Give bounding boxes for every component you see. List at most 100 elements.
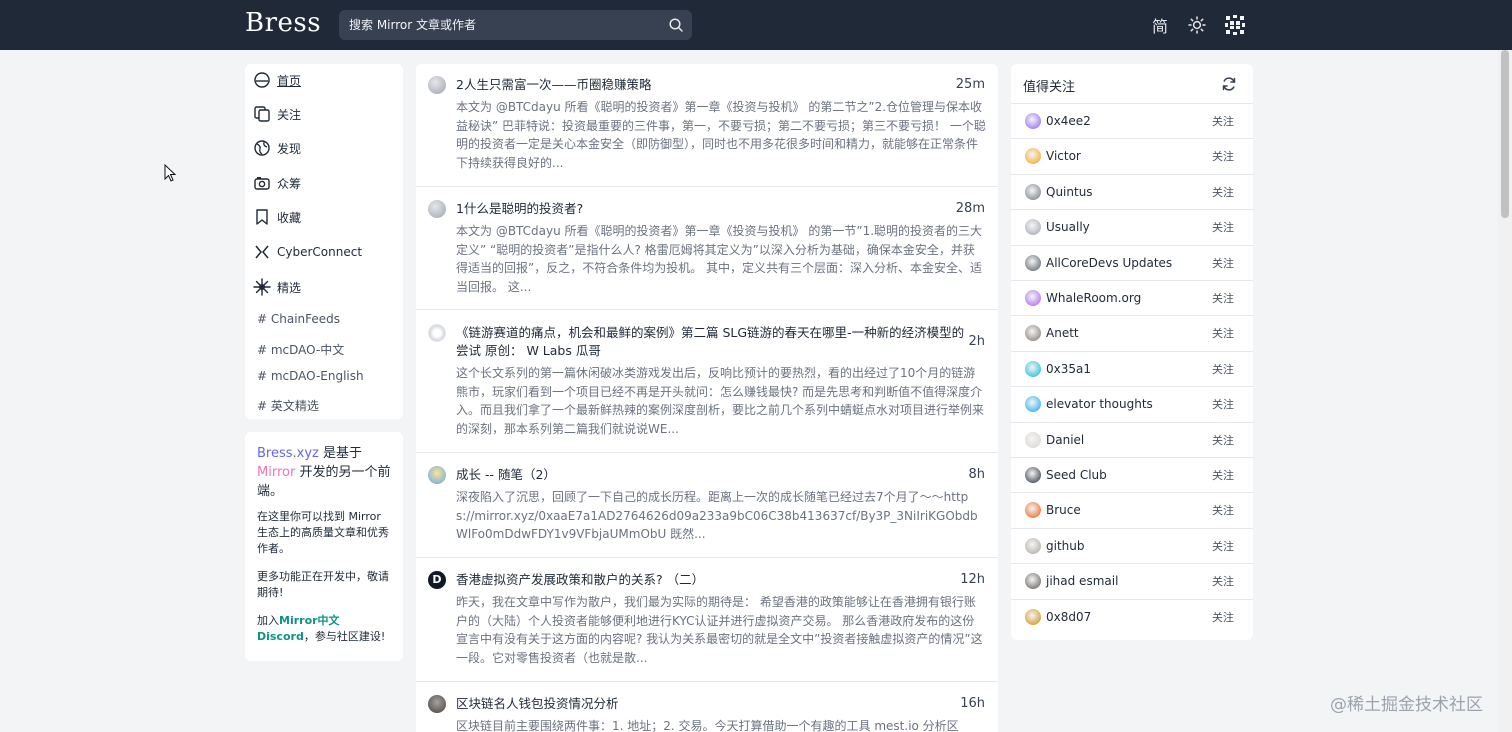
author-name[interactable]: 0x8d07 xyxy=(1046,610,1212,624)
article-item[interactable]: D 香港虚拟资产发展政策和散户的关系? （二） 12h 昨天，我在文章中写作为散… xyxy=(416,558,998,682)
sidebar-item-label: 精选 xyxy=(277,280,302,295)
article-item[interactable]: 成长 -- 随笔（2） 8h 深夜陷入了沉思，回顾了一下自己的成长历程。距离上一… xyxy=(416,453,998,558)
author-name[interactable]: WhaleRoom.org xyxy=(1046,291,1212,305)
page-scrollbar[interactable] xyxy=(1498,50,1512,732)
author-avatar xyxy=(1025,467,1041,483)
mouse-cursor-icon xyxy=(164,164,176,182)
follow-button[interactable]: 关注 xyxy=(1212,113,1234,129)
author-row[interactable]: Usually 关注 xyxy=(1011,209,1253,244)
bookmark-icon xyxy=(256,209,268,225)
search-icon[interactable] xyxy=(668,17,684,33)
author-row[interactable]: 0x4ee2 关注 xyxy=(1011,103,1253,138)
author-name[interactable]: Anett xyxy=(1046,326,1212,340)
sidebar-item-cyberconnect[interactable]: CyberConnect xyxy=(253,240,362,264)
user-avatar-icon[interactable] xyxy=(1223,13,1247,37)
tag-chainfeeds[interactable]: # ChainFeeds xyxy=(257,312,340,326)
follow-button[interactable]: 关注 xyxy=(1212,573,1234,589)
tag-english-featured[interactable]: # 英文精选 xyxy=(257,397,319,414)
author-name[interactable]: Daniel xyxy=(1046,433,1212,447)
copy-icon xyxy=(254,106,270,122)
author-avatar: D xyxy=(428,571,446,589)
article-item[interactable]: 《链游赛道的痛点，机会和最鲜的案例》第二篇 SLG链游的春天在哪里-一种新的经济… xyxy=(416,310,998,453)
panel-title: 值得关注 xyxy=(1023,80,1076,95)
author-row[interactable]: Victor 关注 xyxy=(1011,138,1253,173)
article-title[interactable]: 《链游赛道的痛点，机会和最鲜的案例》第二篇 SLG链游的春天在哪里-一种新的经济… xyxy=(456,324,971,360)
author-avatar xyxy=(428,695,446,713)
author-avatar xyxy=(1025,183,1041,200)
article-item[interactable]: 1什么是聪明的投资者? 28m 本文为 @BTCdayu 所看《聪明的投资者》第… xyxy=(416,187,998,310)
about-text: 是基于 xyxy=(318,446,363,461)
author-row[interactable]: elevator thoughts 关注 xyxy=(1011,386,1253,421)
bress-link[interactable]: Bress.xyz xyxy=(257,446,319,461)
author-avatar xyxy=(1025,431,1041,448)
mirror-link[interactable]: Mirror xyxy=(257,465,295,480)
article-item[interactable]: 区块链名人钱包投资情况分析 16h 区块链目前主要围绕两件事：1. 地址；2. … xyxy=(416,682,998,732)
article-title[interactable]: 香港虚拟资产发展政策和散户的关系? （二） xyxy=(456,571,976,589)
author-row[interactable]: jihad esmail 关注 xyxy=(1011,563,1253,598)
sidebar-item-home[interactable]: 首页 xyxy=(253,68,301,92)
author-row[interactable]: AllCoreDevs Updates 关注 xyxy=(1011,244,1253,280)
follow-button[interactable]: 关注 xyxy=(1212,184,1234,200)
sidebar-item-crowdfund[interactable]: 众筹 xyxy=(253,171,301,195)
author-name[interactable]: Bruce xyxy=(1046,503,1212,517)
follow-button[interactable]: 关注 xyxy=(1212,538,1234,554)
theme-toggle[interactable] xyxy=(1185,13,1209,37)
follow-button[interactable]: 关注 xyxy=(1212,290,1234,306)
author-row[interactable]: 0x35a1 关注 xyxy=(1011,350,1253,386)
search-box[interactable] xyxy=(339,10,692,40)
author-row[interactable]: Quintus 关注 xyxy=(1011,173,1253,209)
join-suffix: ，参与社区建设! xyxy=(303,630,386,643)
author-name[interactable]: elevator thoughts xyxy=(1046,397,1212,411)
article-title[interactable]: 1什么是聪明的投资者? xyxy=(456,200,976,218)
article-title[interactable]: 区块链名人钱包投资情况分析 xyxy=(456,695,976,713)
sidebar-item-bookmarks[interactable]: 收藏 xyxy=(253,205,301,229)
author-row[interactable]: Bruce 关注 xyxy=(1011,492,1253,527)
follow-button[interactable]: 关注 xyxy=(1212,396,1234,412)
author-name[interactable]: Seed Club xyxy=(1046,468,1212,482)
logo[interactable]: Bress xyxy=(245,8,321,38)
follow-button[interactable]: 关注 xyxy=(1212,609,1234,625)
follow-button[interactable]: 关注 xyxy=(1212,219,1234,235)
follow-button[interactable]: 关注 xyxy=(1212,361,1234,377)
author-row[interactable]: Seed Club 关注 xyxy=(1011,457,1253,492)
author-name[interactable]: 0x4ee2 xyxy=(1046,114,1212,128)
author-avatar xyxy=(1025,148,1041,165)
author-avatar xyxy=(1025,360,1041,377)
follow-button[interactable]: 关注 xyxy=(1212,467,1234,483)
follow-button[interactable]: 关注 xyxy=(1212,148,1234,164)
sidebar-item-following[interactable]: 关注 xyxy=(253,102,301,126)
author-row[interactable]: Daniel 关注 xyxy=(1011,421,1253,457)
author-name[interactable]: Quintus xyxy=(1046,185,1212,199)
article-time: 25m xyxy=(955,77,985,92)
article-title[interactable]: 成长 -- 随笔（2） xyxy=(456,466,976,484)
author-name[interactable]: Victor xyxy=(1046,149,1212,163)
author-name[interactable]: Usually xyxy=(1046,220,1212,234)
author-row[interactable]: 0x8d07 关注 xyxy=(1011,598,1253,634)
sidebar-item-label: 众筹 xyxy=(277,176,302,191)
sidebar-item-discover[interactable]: 发现 xyxy=(253,136,301,160)
top-bar: Bress 简 xyxy=(0,0,1512,50)
article-time: 16h xyxy=(960,696,985,711)
follow-button[interactable]: 关注 xyxy=(1212,255,1234,271)
author-row[interactable]: github 关注 xyxy=(1011,527,1253,563)
author-avatar xyxy=(1025,608,1041,625)
follow-button[interactable]: 关注 xyxy=(1212,432,1234,448)
author-name[interactable]: github xyxy=(1046,539,1212,553)
tag-mcdao-english[interactable]: # mcDAO-English xyxy=(257,369,364,383)
article-title[interactable]: 2人生只需富一次——币圈稳赚策略 xyxy=(456,76,976,94)
language-toggle[interactable]: 简 xyxy=(1148,13,1172,37)
author-name[interactable]: jihad esmail xyxy=(1046,574,1212,588)
follow-button[interactable]: 关注 xyxy=(1212,502,1234,518)
follow-button[interactable]: 关注 xyxy=(1212,325,1234,341)
author-row[interactable]: WhaleRoom.org 关注 xyxy=(1011,280,1253,315)
author-name[interactable]: AllCoreDevs Updates xyxy=(1046,256,1212,270)
search-input[interactable] xyxy=(339,10,659,40)
scrollbar-thumb[interactable] xyxy=(1501,50,1509,218)
refresh-icon[interactable] xyxy=(1221,76,1237,92)
article-item[interactable]: 2人生只需富一次——币圈稳赚策略 25m 本文为 @BTCdayu 所看《聪明的… xyxy=(416,64,998,187)
tag-mcdao-chinese[interactable]: # mcDAO-中文 xyxy=(257,341,344,358)
sidebar-item-featured[interactable]: 精选 xyxy=(253,275,301,299)
author-name[interactable]: 0x35a1 xyxy=(1046,362,1212,376)
author-row[interactable]: Anett 关注 xyxy=(1011,315,1253,350)
author-avatar xyxy=(428,466,446,484)
